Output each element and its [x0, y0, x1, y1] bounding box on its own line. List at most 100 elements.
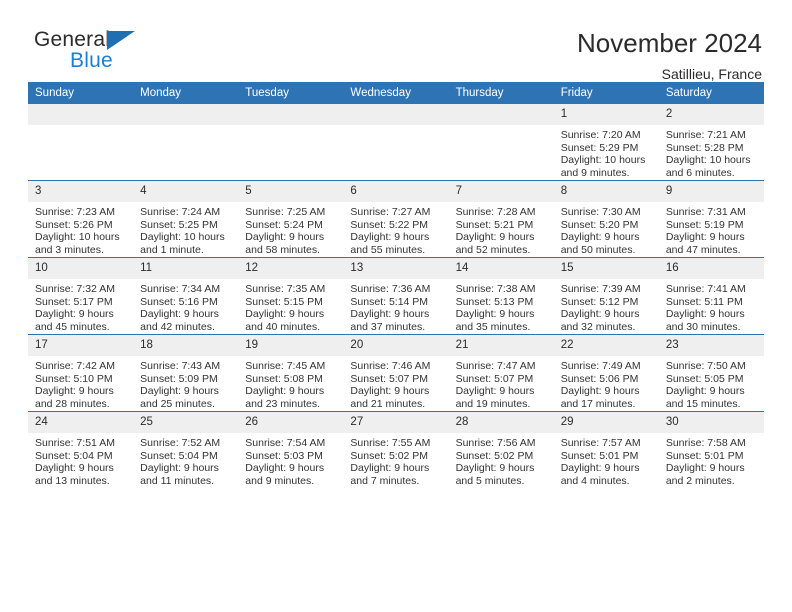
sunrise-text: Sunrise: 7:47 AM	[455, 360, 536, 372]
daylight-text: Daylight: 9 hours and 28 minutes.	[35, 385, 114, 410]
calendar-day-cell[interactable]: 17 Sunrise: 7:42 AM Sunset: 5:10 PM Dayligh…	[28, 334, 134, 412]
sunset-text: Sunset: 5:12 PM	[560, 295, 639, 308]
calendar-day-cell[interactable]: 21 Sunrise: 7:47 AM Sunset: 5:07 PM Dayligh…	[448, 334, 554, 412]
daylight-text: Daylight: 9 hours and 52 minutes.	[455, 231, 535, 256]
sunset-text: Sunset: 5:14 PM	[350, 295, 429, 308]
weekday-header-tuesday: Tuesday	[238, 82, 344, 104]
sunset-text: Sunset: 5:03 PM	[245, 449, 323, 462]
daylight-text: Daylight: 10 hours and 9 minutes.	[560, 154, 646, 179]
calendar-day-cell[interactable]: 19 Sunrise: 7:45 AM Sunset: 5:08 PM Dayligh…	[238, 334, 344, 412]
calendar-day-cell[interactable]: 15 Sunrise: 7:39 AM Sunset: 5:12 PM Dayligh…	[553, 257, 659, 335]
sunset-text: Sunset: 5:25 PM	[140, 218, 218, 231]
daylight-text: Daylight: 9 hours and 4 minutes.	[560, 462, 640, 487]
calendar-week-row: 24 Sunrise: 7:51 AM Sunset: 5:04 PM Dayligh…	[28, 411, 764, 488]
daylight-text: Daylight: 9 hours and 58 minutes.	[245, 231, 325, 256]
day-number: 15	[553, 258, 659, 279]
sunset-text: Sunset: 5:04 PM	[35, 449, 113, 462]
daylight-text: Daylight: 9 hours and 9 minutes.	[245, 462, 325, 487]
calendar-day-cell[interactable]: 5 Sunrise: 7:25 AM Sunset: 5:24 PM Daylight…	[238, 180, 344, 258]
sunset-text: Sunset: 5:11 PM	[665, 295, 743, 308]
weekday-header-sunday: Sunday	[28, 82, 134, 104]
calendar-day-cell[interactable]: 12 Sunrise: 7:35 AM Sunset: 5:15 PM Dayligh…	[238, 257, 344, 335]
day-sun-info: Sunrise: 7:31 AM Sunset: 5:19 PM Daylight:…	[659, 202, 764, 256]
calendar-day-cell[interactable]: 8 Sunrise: 7:30 AM Sunset: 5:20 PM Daylight…	[553, 180, 659, 258]
day-number: 7	[448, 181, 554, 202]
calendar-day-cell[interactable]: 1 Sunrise: 7:20 AM Sunset: 5:29 PM Daylight…	[553, 104, 659, 181]
sunset-text: Sunset: 5:04 PM	[140, 449, 218, 462]
calendar-day-cell[interactable]: 3 Sunrise: 7:23 AM Sunset: 5:26 PM Daylight…	[28, 180, 134, 258]
daylight-text: Daylight: 9 hours and 23 minutes.	[245, 385, 325, 410]
general-blue-logo[interactable]: General Blue	[34, 28, 154, 76]
calendar-day-cell[interactable]: 29 Sunrise: 7:57 AM Sunset: 5:01 PM Dayligh…	[553, 411, 659, 488]
day-sun-info: Sunrise: 7:55 AM Sunset: 5:02 PM Daylight:…	[343, 433, 448, 487]
calendar-day-cell[interactable]: 7 Sunrise: 7:28 AM Sunset: 5:21 PM Daylight…	[448, 180, 554, 258]
sunset-text: Sunset: 5:01 PM	[560, 449, 639, 462]
calendar-day-cell[interactable]: 20 Sunrise: 7:46 AM Sunset: 5:07 PM Dayligh…	[343, 334, 449, 412]
calendar-day-cell[interactable]: 11 Sunrise: 7:34 AM Sunset: 5:16 PM Dayligh…	[133, 257, 239, 335]
day-sun-info: Sunrise: 7:46 AM Sunset: 5:07 PM Daylight:…	[343, 356, 448, 410]
day-number: 14	[448, 258, 554, 279]
calendar-day-cell[interactable]: 23 Sunrise: 7:50 AM Sunset: 5:05 PM Dayligh…	[658, 334, 764, 412]
calendar-day-cell[interactable]: 25 Sunrise: 7:52 AM Sunset: 5:04 PM Dayligh…	[133, 411, 239, 488]
sunrise-text: Sunrise: 7:45 AM	[245, 360, 326, 372]
calendar-day-cell[interactable]: 27 Sunrise: 7:55 AM Sunset: 5:02 PM Dayligh…	[343, 411, 449, 488]
day-number: 21	[448, 335, 554, 356]
sunrise-text: Sunrise: 7:50 AM	[665, 360, 746, 372]
day-number: 24	[28, 412, 134, 433]
calendar-day-cell[interactable]: 30 Sunrise: 7:58 AM Sunset: 5:01 PM Dayligh…	[658, 411, 764, 488]
daylight-text: Daylight: 9 hours and 47 minutes.	[665, 231, 745, 256]
calendar-day-cell[interactable]: 4 Sunrise: 7:24 AM Sunset: 5:25 PM Daylight…	[133, 180, 239, 258]
calendar-day-cell[interactable]: 10 Sunrise: 7:32 AM Sunset: 5:17 PM Dayligh…	[28, 257, 134, 335]
daylight-text: Daylight: 10 hours and 3 minutes.	[35, 231, 120, 256]
day-sun-info: Sunrise: 7:47 AM Sunset: 5:07 PM Daylight:…	[449, 356, 554, 410]
weekday-header-friday: Friday	[553, 82, 659, 104]
sunrise-text: Sunrise: 7:49 AM	[560, 360, 641, 372]
daylight-text: Daylight: 10 hours and 6 minutes.	[665, 154, 751, 179]
sunrise-text: Sunrise: 7:24 AM	[140, 206, 221, 218]
day-number: 30	[658, 412, 764, 433]
day-sun-info: Sunrise: 7:56 AM Sunset: 5:02 PM Daylight:…	[449, 433, 554, 487]
calendar-day-cell[interactable]: 13 Sunrise: 7:36 AM Sunset: 5:14 PM Dayligh…	[343, 257, 449, 335]
sunset-text: Sunset: 5:08 PM	[245, 372, 323, 385]
sunrise-text: Sunrise: 7:56 AM	[455, 437, 536, 449]
day-number: 4	[133, 181, 239, 202]
sunset-text: Sunset: 5:07 PM	[455, 372, 534, 385]
calendar-day-cell[interactable]: 9 Sunrise: 7:31 AM Sunset: 5:19 PM Daylight…	[658, 180, 764, 258]
calendar-day-cell[interactable]: 2 Sunrise: 7:21 AM Sunset: 5:28 PM Daylight…	[658, 104, 764, 181]
daylight-text: Daylight: 9 hours and 11 minutes.	[140, 462, 219, 487]
sunrise-text: Sunrise: 7:46 AM	[350, 360, 431, 372]
day-sun-info: Sunrise: 7:30 AM Sunset: 5:20 PM Daylight:…	[554, 202, 659, 256]
calendar-day-cell[interactable]: 26 Sunrise: 7:54 AM Sunset: 5:03 PM Dayligh…	[238, 411, 344, 488]
day-sun-info: Sunrise: 7:42 AM Sunset: 5:10 PM Daylight:…	[28, 356, 133, 410]
calendar-day-cell[interactable]: 18 Sunrise: 7:43 AM Sunset: 5:09 PM Dayligh…	[133, 334, 239, 412]
calendar-day-cell[interactable]: 16 Sunrise: 7:41 AM Sunset: 5:11 PM Dayligh…	[658, 257, 764, 335]
weekday-header-row: Sunday Monday Tuesday Wednesday Thursday Frid…	[28, 82, 764, 104]
calendar-day-cell[interactable]: 24 Sunrise: 7:51 AM Sunset: 5:04 PM Dayligh…	[28, 411, 134, 488]
day-number: 18	[133, 335, 239, 356]
day-number: 8	[553, 181, 659, 202]
sunrise-text: Sunrise: 7:43 AM	[140, 360, 221, 372]
day-number	[343, 104, 449, 125]
sunrise-text: Sunrise: 7:28 AM	[455, 206, 536, 218]
sunset-text: Sunset: 5:13 PM	[455, 295, 534, 308]
calendar-day-cell-empty	[238, 104, 344, 181]
calendar-day-cell-empty	[28, 104, 134, 181]
weekday-header-monday: Monday	[133, 82, 239, 104]
calendar-body: 1 Sunrise: 7:20 AM Sunset: 5:29 PM Daylight…	[28, 104, 764, 488]
daylight-text: Daylight: 9 hours and 45 minutes.	[35, 308, 114, 333]
sunset-text: Sunset: 5:24 PM	[245, 218, 323, 231]
sunrise-text: Sunrise: 7:51 AM	[35, 437, 115, 449]
day-sun-info: Sunrise: 7:45 AM Sunset: 5:08 PM Daylight:…	[238, 356, 343, 410]
calendar-day-cell[interactable]: 14 Sunrise: 7:38 AM Sunset: 5:13 PM Dayligh…	[448, 257, 554, 335]
sunset-text: Sunset: 5:21 PM	[455, 218, 534, 231]
day-number: 5	[238, 181, 344, 202]
calendar-day-cell[interactable]: 28 Sunrise: 7:56 AM Sunset: 5:02 PM Dayligh…	[448, 411, 554, 488]
title-block: November 2024 Satillieu, France	[577, 28, 764, 84]
calendar-day-cell[interactable]: 22 Sunrise: 7:49 AM Sunset: 5:06 PM Dayligh…	[553, 334, 659, 412]
daylight-text: Daylight: 9 hours and 13 minutes.	[35, 462, 114, 487]
sunset-text: Sunset: 5:01 PM	[665, 449, 744, 462]
day-number: 26	[238, 412, 344, 433]
calendar-page: General Blue November 2024 Satillieu, Fr…	[0, 0, 792, 612]
calendar-day-cell[interactable]: 6 Sunrise: 7:27 AM Sunset: 5:22 PM Daylight…	[343, 180, 449, 258]
daylight-text: Daylight: 9 hours and 15 minutes.	[665, 385, 745, 410]
